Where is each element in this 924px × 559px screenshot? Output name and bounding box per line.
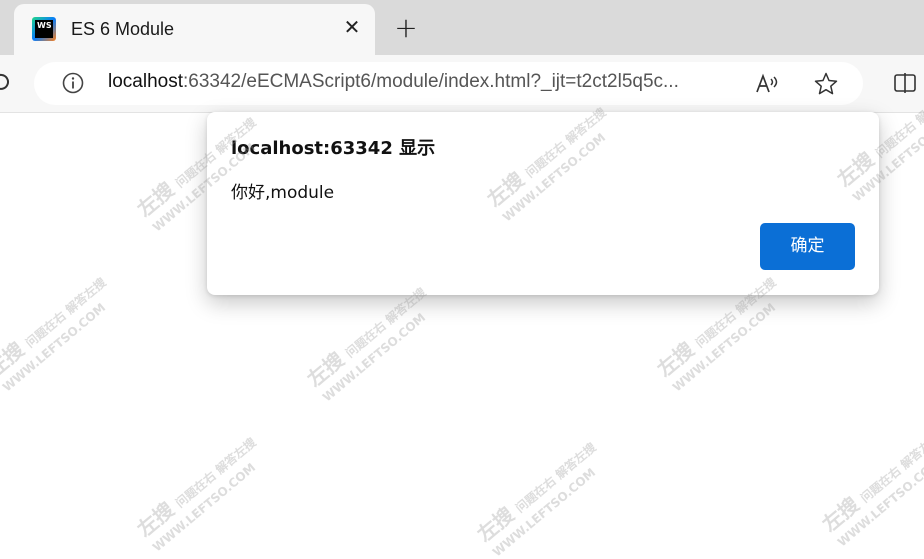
favicon-label: WS bbox=[35, 20, 53, 38]
watermark: 左搜问题在右 解答左搜WWW.LEFTSO.COM bbox=[815, 421, 924, 549]
watermark-brand: 左搜 bbox=[302, 347, 349, 392]
watermark-site: WWW.LEFTSO.COM bbox=[319, 310, 429, 405]
dialog-message: 你好,module bbox=[231, 183, 335, 203]
split-screen-icon[interactable] bbox=[893, 71, 917, 95]
watermark: 左搜问题在右 解答左搜WWW.LEFTSO.COM bbox=[0, 266, 121, 394]
watermark-brand: 左搜 bbox=[817, 492, 864, 537]
tab-title: ES 6 Module bbox=[71, 19, 175, 39]
watermark-site: WWW.LEFTSO.COM bbox=[489, 465, 599, 559]
ok-button[interactable]: 确定 bbox=[760, 223, 855, 270]
read-aloud-icon[interactable] bbox=[754, 71, 780, 97]
watermark: 左搜问题在右 解答左搜WWW.LEFTSO.COM bbox=[470, 431, 611, 559]
url-text[interactable]: localhost:63342/eECMAScript6/module/inde… bbox=[108, 71, 679, 93]
watermark-site: WWW.LEFTSO.COM bbox=[834, 455, 924, 550]
url-host: localhost bbox=[108, 71, 183, 92]
watermark: 左搜问题在右 解答左搜WWW.LEFTSO.COM bbox=[130, 426, 271, 554]
watermark-site: WWW.LEFTSO.COM bbox=[149, 460, 259, 555]
watermark-site: WWW.LEFTSO.COM bbox=[669, 300, 779, 395]
dialog-title: localhost:63342 显示 bbox=[231, 138, 436, 159]
new-tab-button[interactable]: + bbox=[392, 14, 420, 42]
watermark-brand: 左搜 bbox=[652, 337, 699, 382]
webstorm-icon: WS bbox=[32, 17, 56, 41]
reload-icon[interactable] bbox=[0, 71, 12, 99]
watermark-tag: 问题在右 解答左搜 bbox=[172, 435, 259, 511]
browser-tab[interactable]: WS ES 6 Module ✕ bbox=[14, 4, 375, 55]
watermark: 左搜问题在右 解答左搜WWW.LEFTSO.COM bbox=[300, 276, 441, 404]
info-icon[interactable] bbox=[62, 72, 84, 94]
watermark-tag: 问题在右 解答左搜 bbox=[857, 430, 924, 506]
tab-strip: WS ES 6 Module ✕ + bbox=[0, 0, 924, 55]
watermark-brand: 左搜 bbox=[132, 497, 179, 542]
watermark-tag: 问题在右 解答左搜 bbox=[22, 275, 109, 351]
watermark-tag: 问题在右 解答左搜 bbox=[512, 440, 599, 516]
alert-dialog: localhost:63342 显示 你好,module 确定 bbox=[207, 112, 879, 295]
close-tab-button[interactable]: ✕ bbox=[340, 15, 364, 39]
url-path: :63342/eECMAScript6/module/index.html?_i… bbox=[183, 71, 679, 92]
watermark-tag: 问题在右 解答左搜 bbox=[342, 285, 429, 361]
browser-toolbar: localhost:63342/eECMAScript6/module/inde… bbox=[0, 55, 924, 113]
watermark-brand: 左搜 bbox=[472, 502, 519, 547]
watermark-site: WWW.LEFTSO.COM bbox=[0, 300, 109, 395]
favorite-star-icon[interactable] bbox=[813, 71, 839, 97]
address-bar[interactable]: localhost:63342/eECMAScript6/module/inde… bbox=[34, 62, 863, 105]
watermark-brand: 左搜 bbox=[0, 337, 29, 382]
watermark-brand: 左搜 bbox=[132, 177, 179, 222]
